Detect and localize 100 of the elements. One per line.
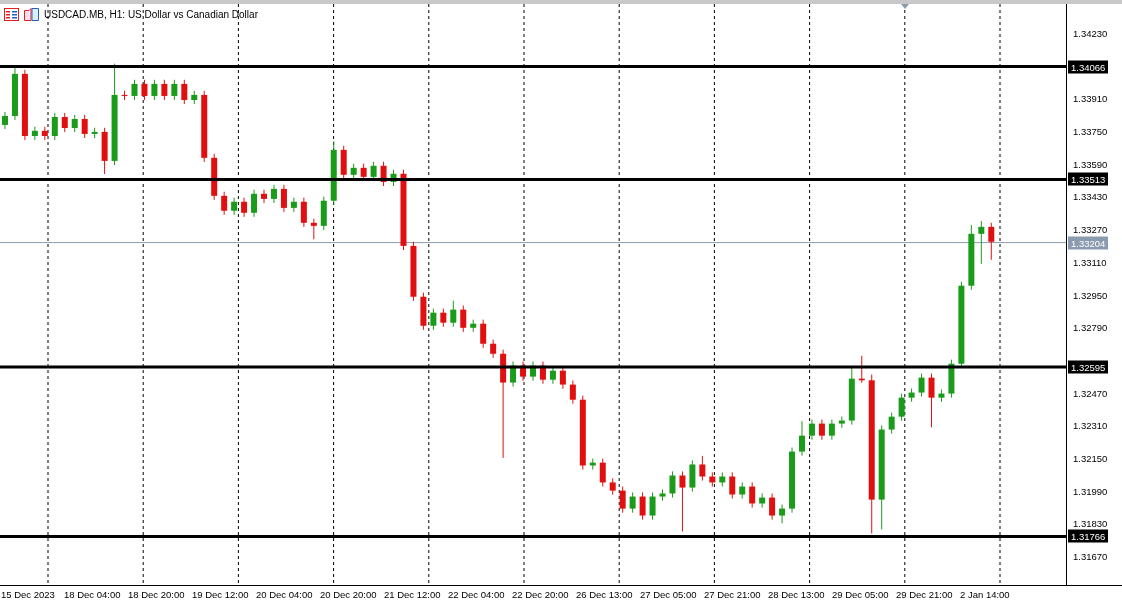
candlestick xyxy=(928,373,935,428)
candlestick xyxy=(908,387,915,403)
candlestick xyxy=(520,361,527,382)
candlestick xyxy=(828,419,835,441)
candlestick xyxy=(21,69,28,141)
candlestick xyxy=(11,67,18,121)
time-tick-label: 22 Dec 04:00 xyxy=(448,589,505,600)
current-price-label: 1.33204 xyxy=(1068,236,1109,250)
time-tick-label: 26 Dec 13:00 xyxy=(576,589,633,600)
time-tick-label: 28 Dec 13:00 xyxy=(768,589,825,600)
candlestick xyxy=(340,145,347,180)
candlestick xyxy=(779,504,786,524)
candlestick xyxy=(91,127,98,139)
price-tick-label: 1.33270 xyxy=(1073,223,1108,235)
price-tick-label: 1.33590 xyxy=(1073,158,1108,170)
time-tick-label: 2 Jan 14:00 xyxy=(960,589,1010,600)
candlestick xyxy=(918,373,925,398)
time-tick-label: 29 Dec 05:00 xyxy=(832,589,889,600)
candlestick xyxy=(978,220,985,265)
candlestick xyxy=(629,491,636,514)
time-tick-label: 29 Dec 21:00 xyxy=(896,589,953,600)
candlestick xyxy=(609,477,616,496)
candlestick xyxy=(350,163,357,180)
level-price-label: 1.33513 xyxy=(1068,173,1109,186)
price-tick-label: 1.33750 xyxy=(1073,125,1108,137)
candlestick xyxy=(61,112,68,133)
time-tick-label: 27 Dec 05:00 xyxy=(640,589,697,600)
price-tick-label: 1.32150 xyxy=(1073,452,1108,464)
candlestick xyxy=(330,140,337,206)
candlestick xyxy=(759,493,766,509)
candlestick xyxy=(729,471,736,500)
candlestick xyxy=(938,389,945,403)
time-tick-label: 22 Dec 20:00 xyxy=(512,589,569,600)
candlestick xyxy=(669,470,676,499)
candlestick xyxy=(51,112,58,141)
candlestick xyxy=(380,161,387,187)
candlestick xyxy=(749,481,756,509)
candlestick xyxy=(838,415,845,429)
candlestick xyxy=(789,447,796,514)
candlestick xyxy=(161,79,168,101)
candlestick xyxy=(799,420,805,457)
candlestick xyxy=(420,292,427,331)
candlestick xyxy=(410,241,417,302)
candlestick xyxy=(589,458,596,471)
candlestick xyxy=(639,491,646,521)
candlestick xyxy=(31,126,38,141)
candlestick xyxy=(430,308,437,331)
candlestick xyxy=(151,79,158,101)
candlestick xyxy=(290,197,297,213)
candlestick xyxy=(300,197,307,228)
candlestick xyxy=(280,184,287,213)
candlestick xyxy=(310,218,317,240)
candlestick xyxy=(450,300,457,328)
candlestick xyxy=(559,366,566,390)
time-tick-label: 27 Dec 21:00 xyxy=(704,589,761,600)
candlestick xyxy=(121,90,128,101)
price-tick-label: 1.31670 xyxy=(1073,550,1108,562)
price-tick-label: 1.32310 xyxy=(1073,419,1108,431)
candlestick xyxy=(470,319,477,333)
price-tick-label: 1.34230 xyxy=(1073,27,1108,39)
time-tick-label: 15 Dec 2023 xyxy=(1,589,55,600)
candlestick xyxy=(988,222,995,261)
candlestick xyxy=(739,481,746,500)
triangle-marker-icon[interactable] xyxy=(901,4,909,9)
price-tick-label: 1.33430 xyxy=(1073,190,1108,202)
candlestick xyxy=(539,361,546,385)
candlestick xyxy=(261,189,267,204)
candlestick xyxy=(221,191,228,216)
horizontal-level-line[interactable] xyxy=(0,534,1066,538)
candlestick xyxy=(709,471,716,488)
candlestick xyxy=(888,412,895,435)
price-tick-label: 1.32950 xyxy=(1073,289,1108,300)
price-tick-label: 1.32790 xyxy=(1073,321,1108,333)
time-tick-label: 20 Dec 20:00 xyxy=(320,589,377,600)
candlestick xyxy=(490,339,497,359)
candlestick xyxy=(808,419,815,441)
candlestick xyxy=(211,153,218,201)
candlestick xyxy=(191,90,198,105)
candlestick xyxy=(530,361,536,382)
candlestick xyxy=(699,455,706,482)
price-tick-label: 1.33910 xyxy=(1073,92,1108,104)
price-tick-label: 1.32470 xyxy=(1073,387,1108,399)
time-tick-label: 19 Dec 12:00 xyxy=(192,589,249,600)
candlestick xyxy=(679,470,686,532)
list-icon[interactable] xyxy=(4,8,19,21)
price-tick-label: 1.31990 xyxy=(1073,485,1108,497)
documents-icon[interactable] xyxy=(24,8,39,21)
candlestick xyxy=(689,459,696,493)
candlestick xyxy=(948,359,955,399)
candlestick xyxy=(81,114,88,139)
candlestick xyxy=(101,127,108,175)
time-tick-label: 20 Dec 04:00 xyxy=(256,589,313,600)
candlestick xyxy=(71,114,78,133)
candlestick xyxy=(251,189,258,218)
candlestick xyxy=(241,197,248,218)
candlestick xyxy=(270,184,277,204)
level-price-label: 1.31766 xyxy=(1068,529,1109,543)
candlestick xyxy=(390,169,397,187)
candlestick xyxy=(131,79,138,101)
time-tick-label: 18 Dec 04:00 xyxy=(64,589,121,600)
